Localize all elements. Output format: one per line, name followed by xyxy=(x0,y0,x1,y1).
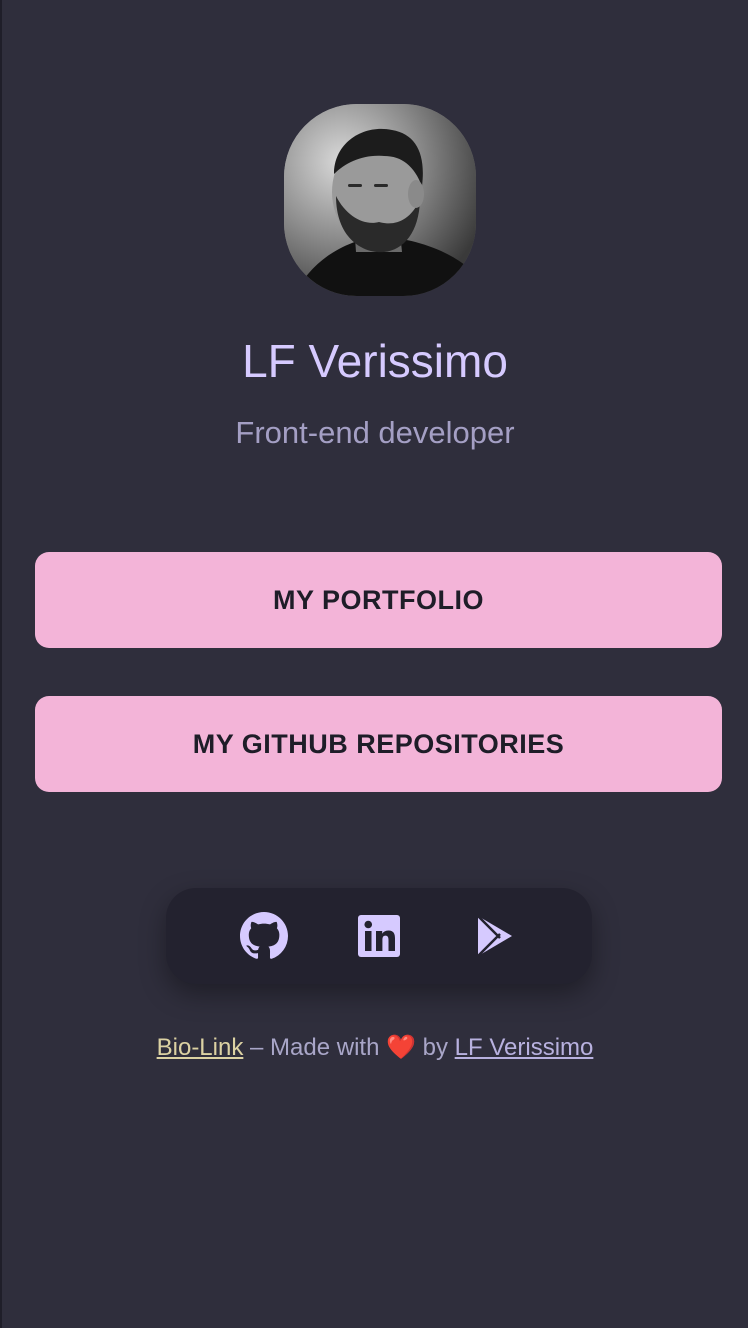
footer-made-with: – Made with xyxy=(243,1034,387,1061)
heart-icon: ❤️ xyxy=(386,1034,416,1061)
google-play-icon xyxy=(477,915,513,957)
github-link[interactable] xyxy=(238,910,290,962)
linkedin-link[interactable] xyxy=(353,910,405,962)
profile-subtitle: Front-end developer xyxy=(235,415,515,450)
author-link[interactable]: LF Verissimo xyxy=(455,1034,594,1061)
footer-by: by xyxy=(415,1034,455,1061)
profile-name: LF Verissimo xyxy=(242,335,508,387)
google-play-link[interactable] xyxy=(468,910,520,962)
bio-link[interactable]: Bio-Link xyxy=(157,1034,244,1061)
linkedin-icon xyxy=(357,915,400,957)
social-links-bar xyxy=(166,888,592,984)
avatar xyxy=(284,104,476,296)
footer: Bio-Link – Made with ❤️ by LF Verissimo xyxy=(2,1032,748,1064)
github-icon xyxy=(239,912,288,959)
page: LF Verissimo Front-end developer MY PORT… xyxy=(0,0,748,1328)
portfolio-button[interactable]: MY PORTFOLIO xyxy=(35,552,722,648)
github-repositories-button[interactable]: MY GITHUB REPOSITORIES xyxy=(35,696,722,792)
